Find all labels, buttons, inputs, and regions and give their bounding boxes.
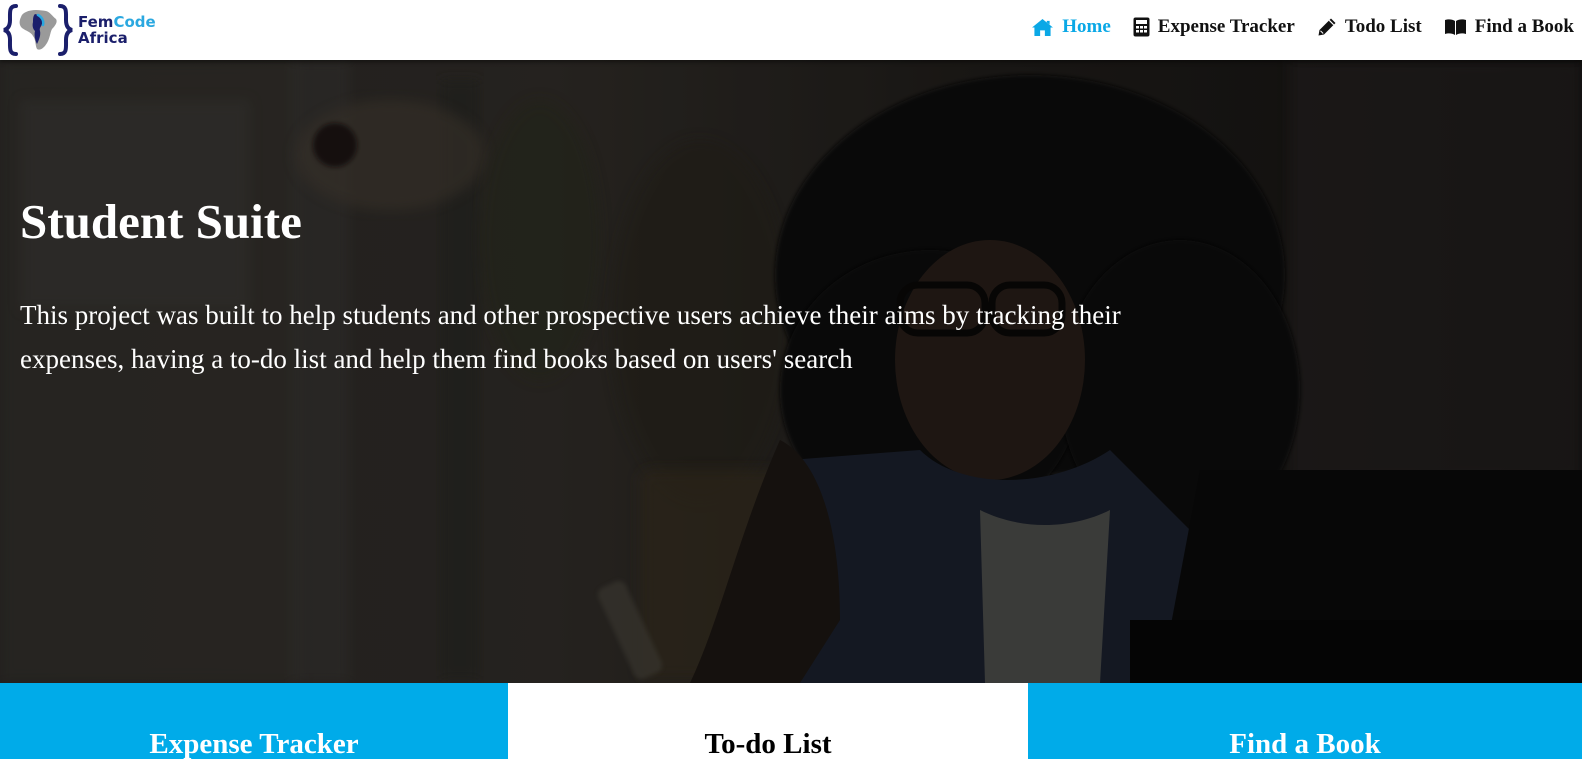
home-icon [1032, 18, 1054, 36]
card-find-a-book[interactable]: Find a Book [1028, 683, 1582, 760]
feature-cards: Expense Tracker To-do List Find a Book [0, 683, 1582, 760]
nav-link-find-a-book[interactable]: Find a Book [1444, 16, 1574, 38]
hero-title: Student Suite [20, 194, 302, 249]
nav-link-home[interactable]: Home [1031, 16, 1111, 38]
africa-brackets-logo-icon [3, 4, 73, 56]
brand-africa: Africa [78, 29, 128, 47]
card-todo-list[interactable]: To-do List [508, 683, 1028, 760]
pencil-icon [1318, 18, 1336, 36]
main-nav: Home Expense Tracker Todo List Find a Bo… [1009, 0, 1574, 54]
hero-banner: Student Suite This project was built to … [0, 60, 1582, 683]
nav-link-expense-tracker[interactable]: Expense Tracker [1133, 16, 1295, 38]
card-title-expense-tracker: Expense Tracker [149, 728, 359, 760]
card-title-todo-list: To-do List [704, 728, 832, 760]
card-expense-tracker[interactable]: Expense Tracker [0, 683, 508, 760]
nav-label-home: Home [1062, 16, 1111, 37]
nav-label-expense-tracker: Expense Tracker [1157, 16, 1295, 37]
calculator-icon [1133, 17, 1150, 37]
book-open-icon [1444, 19, 1466, 35]
nav-label-todo-list: Todo List [1344, 16, 1422, 37]
brand-wordmark: FemCode Africa [78, 14, 156, 46]
top-navbar: FemCode Africa Home Expense Tracker Todo… [0, 0, 1582, 60]
hero-description: This project was built to help students … [20, 300, 1121, 374]
brand-logo[interactable]: FemCode Africa [2, 2, 172, 58]
nav-label-find-a-book: Find a Book [1474, 16, 1574, 37]
nav-link-todo-list[interactable]: Todo List [1317, 16, 1422, 38]
card-title-find-a-book: Find a Book [1229, 728, 1381, 760]
